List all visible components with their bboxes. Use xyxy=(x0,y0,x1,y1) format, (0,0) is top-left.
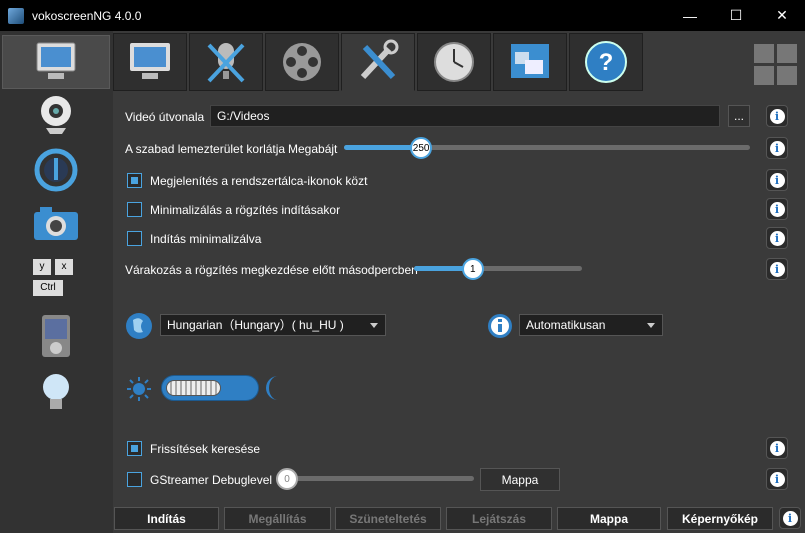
tab-settings[interactable] xyxy=(341,33,415,91)
minimize-label: Minimalizálás a rögzítés indításakor xyxy=(150,203,341,217)
tab-help[interactable]: ? xyxy=(569,33,643,91)
gstreamer-folder-button[interactable]: Mappa xyxy=(480,468,560,491)
info-icon: i xyxy=(769,108,785,124)
minimize-button[interactable]: — xyxy=(667,0,713,31)
folder-button[interactable]: Mappa xyxy=(557,507,661,530)
countdown-slider[interactable] xyxy=(414,266,582,271)
info-minimize[interactable]: i xyxy=(766,198,788,220)
film-reel-icon xyxy=(283,43,321,81)
lightbulb-icon xyxy=(43,374,69,409)
monitor-icon xyxy=(130,43,170,79)
help-icon: ? xyxy=(585,41,627,83)
style-value: Automatikusan xyxy=(526,318,606,332)
tab-screen[interactable] xyxy=(113,33,187,91)
info-style-icon[interactable] xyxy=(487,313,513,339)
free-space-handle[interactable]: 250 xyxy=(410,137,433,159)
video-path-input[interactable]: G:/Videos xyxy=(210,105,720,127)
sidebar-item-snapshot[interactable] xyxy=(2,197,110,251)
updates-label: Frissítések keresése xyxy=(150,442,261,456)
close-button[interactable]: ✕ xyxy=(759,0,805,31)
info-icon: i xyxy=(769,261,785,277)
video-path-label: Videó útvonala xyxy=(125,110,205,124)
free-space-label: A szabad lemezterület korlátja xyxy=(125,142,286,156)
info-countdown[interactable]: i xyxy=(766,258,788,280)
countdown-label: Várakozás a rögzítés megkezdése előtt má… xyxy=(125,263,418,277)
sidebar-item-info[interactable] xyxy=(2,365,110,419)
language-select[interactable]: Hungarian（Hungary）( hu_HU ) xyxy=(160,314,386,336)
sidebar-item-magnifier[interactable] xyxy=(2,143,110,197)
info-video-path[interactable]: i xyxy=(766,105,788,127)
info-updates[interactable]: i xyxy=(766,437,788,459)
key-y: y xyxy=(33,259,51,275)
theme-toggle[interactable] xyxy=(161,375,259,401)
tab-timer[interactable] xyxy=(417,33,491,91)
info-icon: i xyxy=(782,510,798,526)
info-icon: i xyxy=(769,440,785,456)
tab-audio[interactable] xyxy=(189,33,263,91)
media-player-icon xyxy=(42,315,70,357)
info-gstreamer[interactable]: i xyxy=(766,468,788,490)
tools-icon xyxy=(360,39,399,80)
sidebar-item-hotkeys[interactable]: y x Ctrl xyxy=(2,251,110,305)
gstreamer-handle[interactable]: 0 xyxy=(276,468,298,490)
countdown-handle[interactable]: 1 xyxy=(461,258,484,280)
theme-toggle-fill xyxy=(166,380,221,396)
stop-button[interactable]: Megállítás xyxy=(224,507,331,530)
clock-icon xyxy=(434,42,474,82)
info-icon: i xyxy=(769,140,785,156)
sidebar-item-player[interactable] xyxy=(2,309,110,363)
info-bottom[interactable]: i xyxy=(779,507,801,529)
title-bar: vokoscreenNG 4.0.0 — ☐ ✕ xyxy=(0,0,805,31)
language-value: Hungarian（Hungary）( hu_HU ) xyxy=(167,318,344,332)
sun-icon xyxy=(127,377,151,401)
key-ctrl: Ctrl xyxy=(33,280,63,296)
moon-icon xyxy=(266,376,278,400)
sidebar-item-screencast[interactable] xyxy=(2,35,110,89)
browse-button[interactable]: ... xyxy=(728,105,750,127)
maximize-button[interactable]: ☐ xyxy=(713,0,759,31)
sidebar: y x Ctrl xyxy=(0,31,113,533)
monitor-icon xyxy=(36,42,76,79)
info-start-minimized[interactable]: i xyxy=(766,227,788,249)
app-icon xyxy=(8,7,24,24)
sidebar-item-webcam[interactable] xyxy=(2,89,110,143)
systray-checkbox[interactable] xyxy=(127,173,142,188)
info-icon: i xyxy=(769,172,785,188)
gstreamer-label: GStreamer Debuglevel xyxy=(150,473,273,487)
tab-video[interactable] xyxy=(265,33,339,91)
style-select[interactable]: Automatikusan xyxy=(519,314,663,336)
magnifier-icon xyxy=(34,148,78,192)
info-free-space[interactable]: i xyxy=(766,137,788,159)
tab-misc[interactable] xyxy=(493,33,567,91)
windows-icon xyxy=(511,44,549,78)
play-button[interactable]: Lejátszás xyxy=(446,507,552,530)
globe-icon xyxy=(126,313,152,339)
start-minimized-checkbox[interactable] xyxy=(127,231,142,246)
updates-checkbox[interactable] xyxy=(127,441,142,456)
pause-button[interactable]: Szüneteltetés xyxy=(335,507,441,530)
chevron-down-icon xyxy=(647,323,655,328)
chevron-down-icon xyxy=(370,323,378,328)
microphone-muted-icon xyxy=(207,43,245,83)
keyboard-icon: y x Ctrl xyxy=(31,256,81,300)
start-button[interactable]: Indítás xyxy=(114,507,219,530)
minimize-checkbox[interactable] xyxy=(127,202,142,217)
gstreamer-slider[interactable] xyxy=(276,476,474,481)
key-x: x xyxy=(55,259,73,275)
free-space-unit: Megabájt xyxy=(288,142,338,156)
start-minimized-label: Indítás minimalizálva xyxy=(150,232,262,246)
os-logo-icon xyxy=(754,44,797,85)
webcam-icon xyxy=(41,96,71,134)
info-icon: i xyxy=(769,201,785,217)
info-systray[interactable]: i xyxy=(766,169,788,191)
info-icon: i xyxy=(769,471,785,487)
svg-text:?: ? xyxy=(599,49,614,76)
gstreamer-checkbox[interactable] xyxy=(127,472,142,487)
camera-icon xyxy=(34,207,78,240)
free-space-slider[interactable] xyxy=(344,145,750,150)
info-icon: i xyxy=(769,230,785,246)
systray-label: Megjelenítés a rendszertálca-ikonok közt xyxy=(150,174,368,188)
window-title: vokoscreenNG 4.0.0 xyxy=(32,8,142,23)
screenshot-button[interactable]: Képernyőkép xyxy=(667,507,773,530)
